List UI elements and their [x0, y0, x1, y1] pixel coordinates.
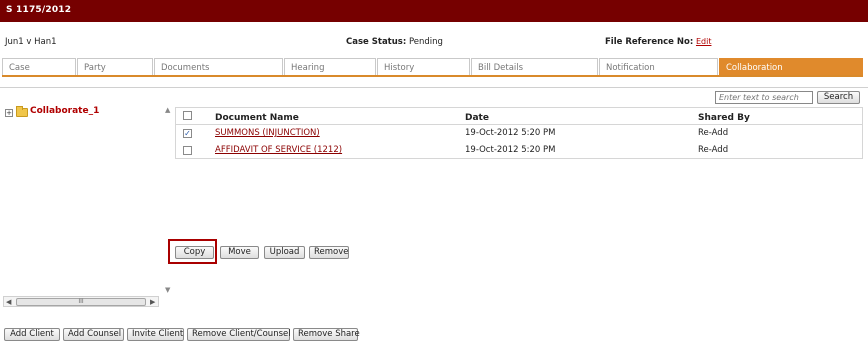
search-input[interactable]: [715, 91, 813, 104]
tree-vertical-scrollbar[interactable]: ▲ ▼: [163, 106, 175, 296]
column-date: Date: [465, 113, 489, 123]
tab-documents[interactable]: Documents: [154, 58, 283, 75]
document-link[interactable]: SUMMONS (INJUNCTION): [215, 128, 320, 138]
tree-node-collaborate[interactable]: Collaborate_1: [30, 106, 99, 116]
copy-highlight-box: [168, 239, 217, 264]
file-reference-label: File Reference No:: [605, 37, 694, 47]
add-counsel-button[interactable]: Add Counsel: [63, 328, 124, 341]
section-divider: [0, 87, 868, 88]
grid-header: Document Name Date Shared By: [176, 108, 862, 125]
case-status: Case Status: Pending: [346, 37, 443, 47]
folder-icon: [16, 106, 28, 117]
invite-client-button[interactable]: Invite Client: [127, 328, 184, 341]
document-shared-by: Re-Add: [698, 145, 729, 155]
tab-notification[interactable]: Notification: [599, 58, 718, 75]
scroll-up-icon[interactable]: ▲: [165, 106, 170, 114]
tree-horizontal-scrollbar[interactable]: ◀ III ▶: [3, 296, 159, 307]
tab-case[interactable]: Case: [2, 58, 76, 75]
remove-client-counsel-button[interactable]: Remove Client/Counsel: [187, 328, 291, 341]
select-all-checkbox[interactable]: [183, 111, 192, 120]
add-client-button[interactable]: Add Client: [4, 328, 60, 341]
tab-collaboration[interactable]: Collaboration: [719, 58, 863, 75]
document-date: 19-Oct-2012 5:20 PM: [465, 128, 556, 138]
row-checkbox[interactable]: [183, 146, 192, 155]
document-shared-by: Re-Add: [698, 128, 729, 138]
tab-bill-details[interactable]: Bill Details: [471, 58, 598, 75]
search-button[interactable]: Search: [817, 91, 860, 104]
move-button[interactable]: Move: [220, 246, 259, 259]
case-parties: Jun1 v Han1: [5, 37, 57, 47]
column-shared-by: Shared By: [698, 113, 750, 123]
document-date: 19-Oct-2012 5:20 PM: [465, 145, 556, 155]
document-link[interactable]: AFFIDAVIT OF SERVICE (1212): [215, 145, 342, 155]
scroll-thumb[interactable]: III: [16, 298, 146, 306]
column-document-name: Document Name: [215, 113, 299, 123]
table-row: AFFIDAVIT OF SERVICE (1212) 19-Oct-2012 …: [176, 142, 862, 159]
case-status-value: Pending: [408, 37, 443, 47]
tab-history[interactable]: History: [377, 58, 470, 75]
expand-icon[interactable]: +: [5, 109, 13, 117]
file-reference: File Reference No: Edit: [605, 37, 711, 47]
file-reference-edit-link[interactable]: Edit: [696, 37, 712, 46]
case-info-bar: Jun1 v Han1 Case Status: Pending File Re…: [0, 37, 868, 49]
case-status-label: Case Status:: [346, 37, 407, 47]
upload-button[interactable]: Upload: [264, 246, 305, 259]
remove-button[interactable]: Remove: [309, 246, 349, 259]
remove-share-button[interactable]: Remove Share: [293, 328, 360, 341]
table-row: ✓ SUMMONS (INJUNCTION) 19-Oct-2012 5:20 …: [176, 125, 862, 142]
documents-grid: Document Name Date Shared By ✓ SUMMONS (…: [175, 107, 863, 159]
row-checkbox[interactable]: ✓: [183, 129, 192, 138]
case-number: S 1175/2012: [6, 5, 72, 15]
scroll-down-icon[interactable]: ▼: [165, 286, 170, 294]
scroll-left-icon[interactable]: ◀: [6, 298, 11, 306]
case-tabs: Case Party Documents Hearing History Bil…: [2, 58, 863, 77]
scroll-right-icon[interactable]: ▶: [150, 298, 155, 306]
tab-party[interactable]: Party: [77, 58, 153, 75]
tab-hearing[interactable]: Hearing: [284, 58, 376, 75]
case-title-bar: S 1175/2012: [0, 0, 868, 22]
